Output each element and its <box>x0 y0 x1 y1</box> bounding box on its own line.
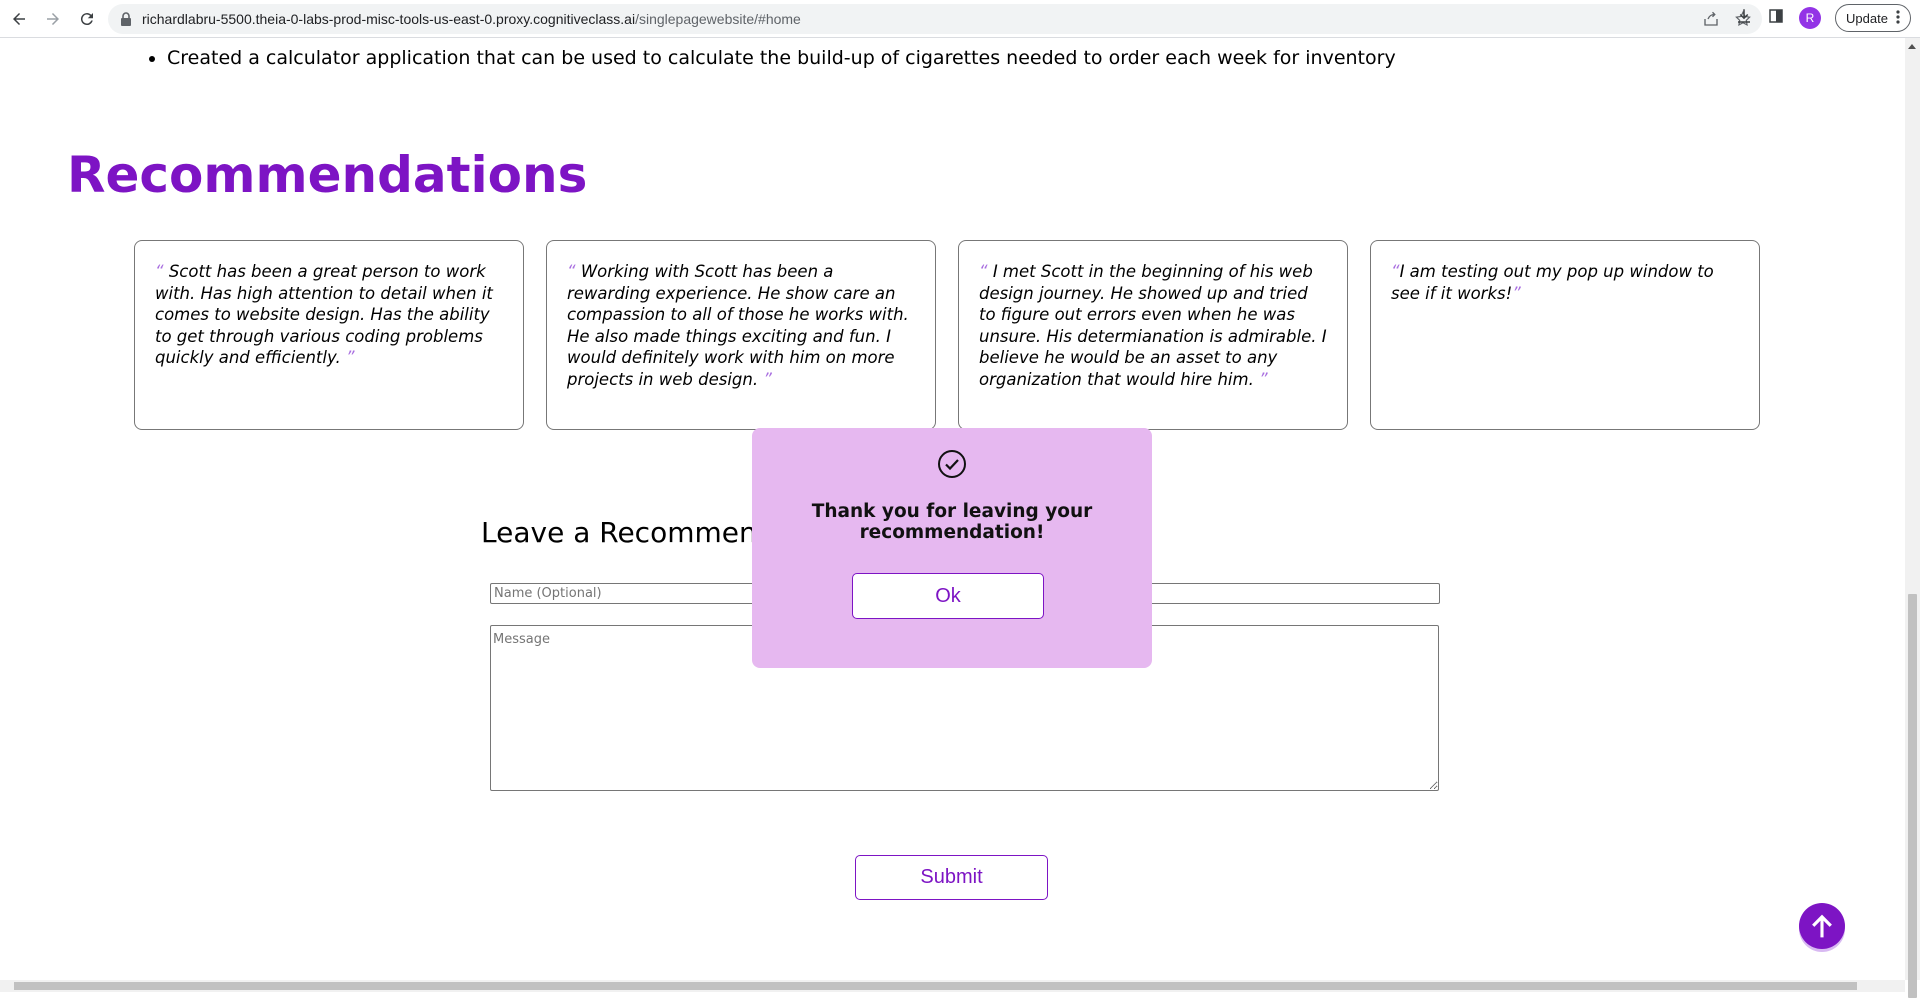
list-item: Created a calculator application that ca… <box>167 44 1396 72</box>
open-quote: “ <box>567 262 576 281</box>
open-quote: “ <box>979 262 988 281</box>
scroll-up-arrow-icon[interactable] <box>1908 44 1916 49</box>
close-quote: ” <box>1512 283 1521 303</box>
lock-icon <box>121 12 131 26</box>
back-icon[interactable] <box>4 4 34 34</box>
open-quote: “ <box>1391 262 1400 281</box>
recommendation-text: Scott has been a great person to work wi… <box>155 262 493 367</box>
browser-toolbar: richardlabru-5500.theia-0-labs-prod-misc… <box>0 0 1920 38</box>
url-path: /singlepagewebsite/#home <box>635 11 801 27</box>
horizontal-scrollbar[interactable] <box>0 980 1905 992</box>
vertical-scrollbar[interactable] <box>1905 38 1920 998</box>
ok-button[interactable]: Ok <box>852 573 1044 619</box>
recommendation-card: “ Scott has been a great person to work … <box>134 240 524 430</box>
recommendation-text: Working with Scott has been a rewarding … <box>567 262 909 389</box>
submit-button[interactable]: Submit <box>855 855 1048 900</box>
update-button[interactable]: Update <box>1835 4 1911 32</box>
page-content: Created a calculator application that ca… <box>0 38 1905 980</box>
recommendation-text: I met Scott in the beginning of his web … <box>979 262 1327 389</box>
vertical-scrollbar-thumb[interactable] <box>1908 594 1917 998</box>
close-quote: ” <box>345 348 355 367</box>
thank-you-popup: Thank you for leaving your recommendatio… <box>752 428 1152 668</box>
close-quote: ” <box>1259 369 1268 389</box>
reload-icon[interactable] <box>72 4 102 34</box>
recommendation-card: “I am testing out my pop up window to se… <box>1370 240 1760 430</box>
side-panel-icon[interactable] <box>1767 7 1785 29</box>
update-button-label: Update <box>1846 10 1888 26</box>
horizontal-scrollbar-thumb[interactable] <box>14 982 1857 990</box>
profile-avatar[interactable]: R <box>1799 7 1821 29</box>
recommendations-heading: Recommendations <box>67 146 588 204</box>
open-quote: “ <box>155 262 164 281</box>
forward-icon[interactable] <box>38 4 68 34</box>
arrow-up-icon <box>1812 914 1832 938</box>
close-quote: ” <box>763 369 772 389</box>
recommendation-card: “ I met Scott in the beginning of his we… <box>958 240 1348 430</box>
check-circle-icon <box>938 450 966 478</box>
address-bar[interactable]: richardlabru-5500.theia-0-labs-prod-misc… <box>108 4 1762 34</box>
kebab-menu-icon[interactable] <box>1896 9 1900 27</box>
project-list: Created a calculator application that ca… <box>145 44 1396 72</box>
share-icon[interactable] <box>1702 10 1720 31</box>
popup-message: Thank you for leaving your recommendatio… <box>811 501 1093 543</box>
recommendation-card: “ Working with Scott has been a rewardin… <box>546 240 936 430</box>
recommendation-text: I am testing out my pop up window to see… <box>1391 262 1714 303</box>
url-host: richardlabru-5500.theia-0-labs-prod-misc… <box>142 11 636 27</box>
scroll-to-top-button[interactable] <box>1799 903 1845 949</box>
download-icon[interactable] <box>1735 7 1753 29</box>
